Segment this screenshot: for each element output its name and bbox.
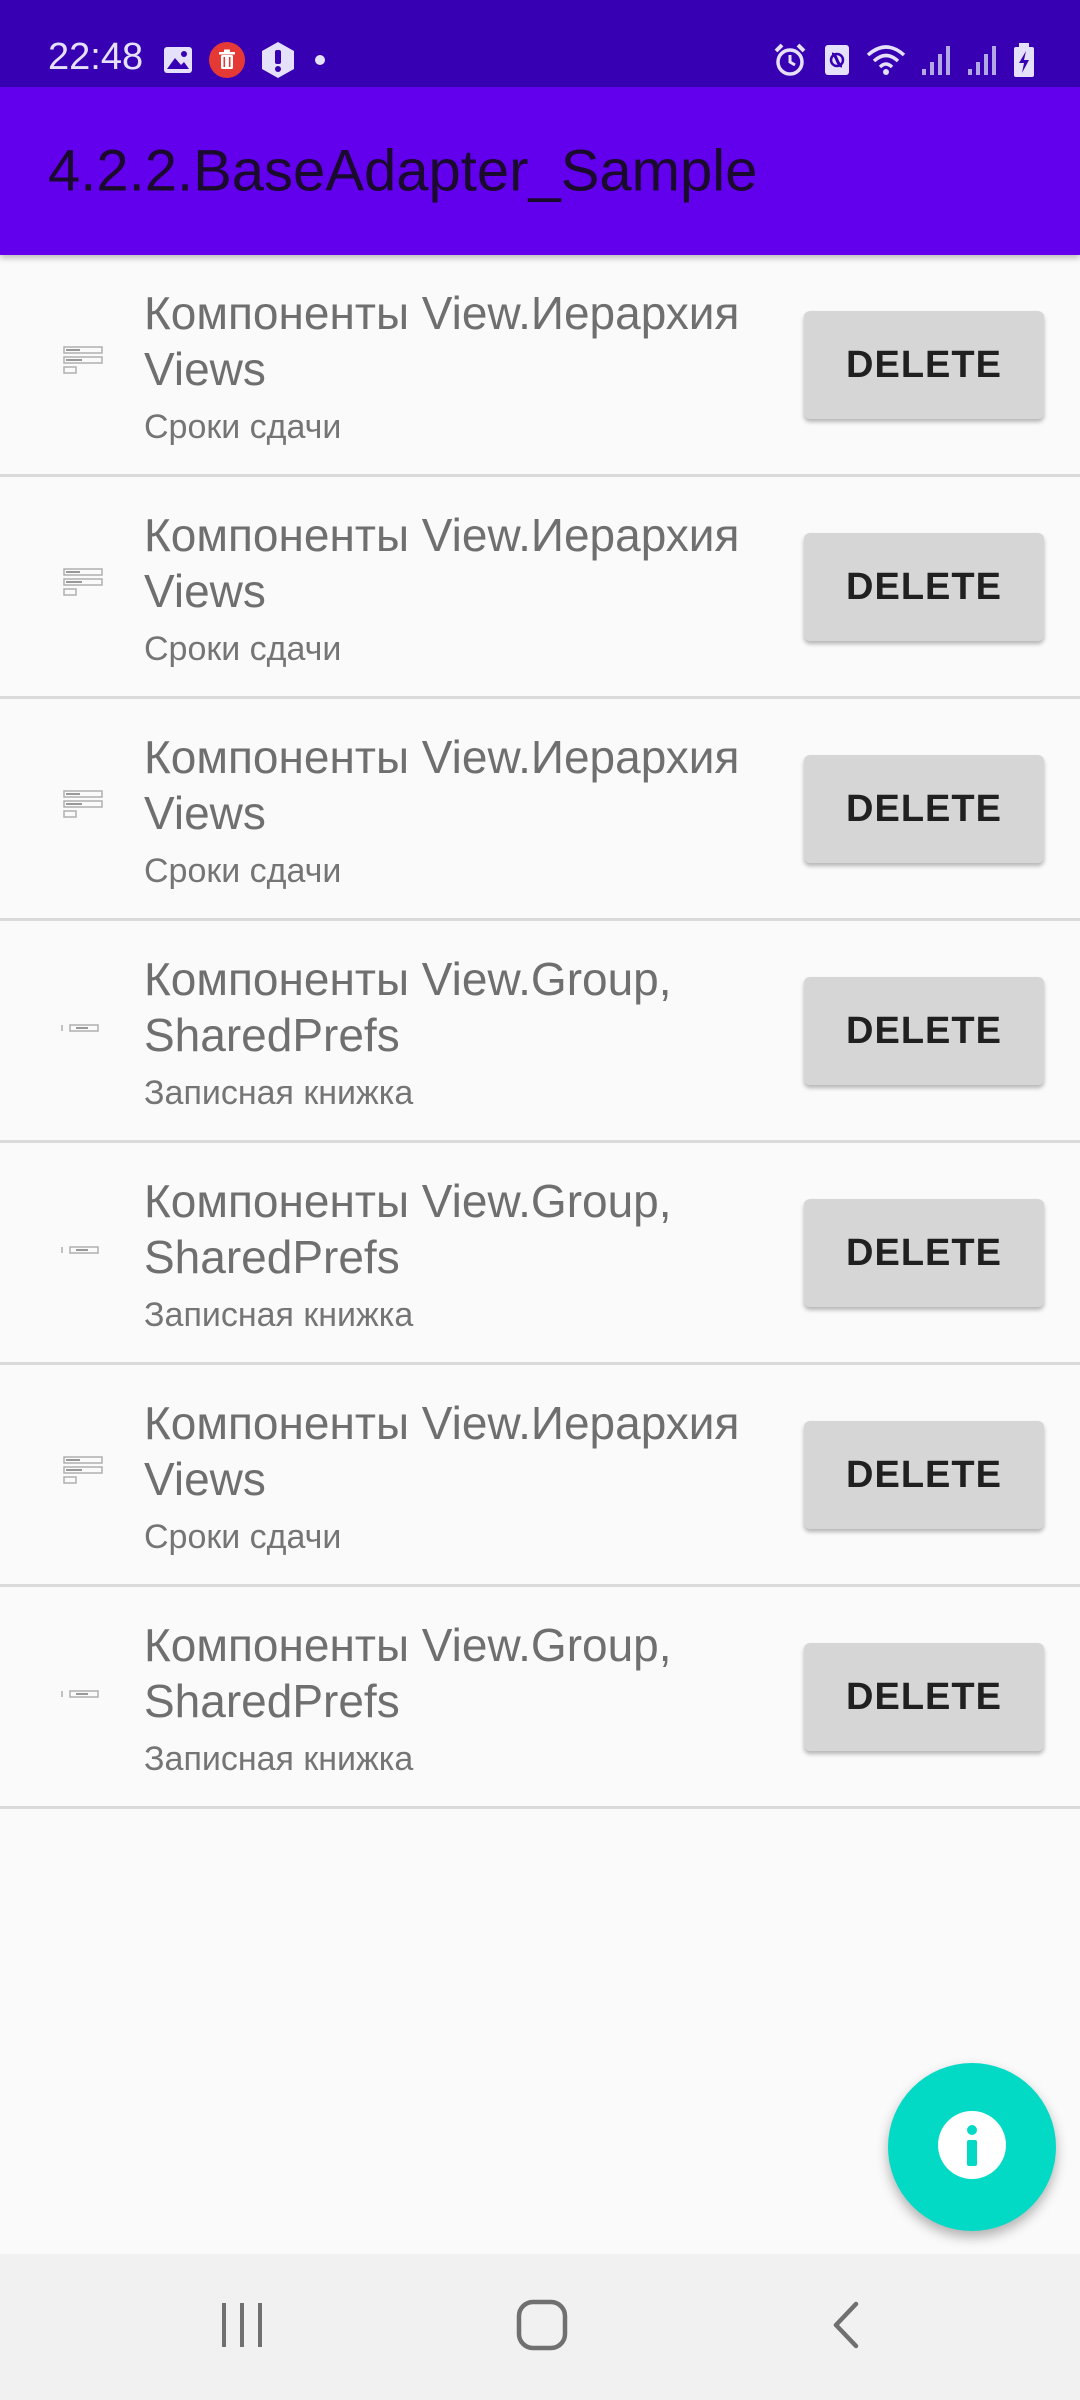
wifi-icon	[866, 43, 906, 77]
delete-button[interactable]: DELETE	[804, 1643, 1044, 1751]
dot-icon	[310, 50, 330, 70]
list-item[interactable]: Компоненты View.Group, SharedPrefs Запис…	[0, 1143, 1080, 1365]
nfc-icon	[822, 42, 852, 78]
form-thumbnail-icon	[60, 783, 106, 829]
field-thumbnail-icon	[60, 1671, 106, 1717]
delete-button[interactable]: DELETE	[804, 755, 1044, 863]
field-thumbnail-icon	[60, 1227, 106, 1273]
item-texts: Компоненты View.Group, SharedPrefs Запис…	[144, 1173, 784, 1335]
delete-button[interactable]: DELETE	[804, 533, 1044, 641]
navigation-bar	[0, 2254, 1080, 2400]
list-item[interactable]: Компоненты View.Group, SharedPrefs Запис…	[0, 1587, 1080, 1809]
item-subtitle: Сроки сдачи	[144, 1518, 342, 1556]
recent-apps-icon	[218, 2300, 266, 2355]
home-icon	[515, 2298, 569, 2357]
signal-icon	[920, 43, 952, 77]
delete-button[interactable]: DELETE	[804, 1199, 1044, 1307]
item-title: Компоненты View.Иерархия Views	[144, 1397, 740, 1505]
item-subtitle: Записная книжка	[144, 1074, 414, 1112]
home-button[interactable]	[442, 2254, 642, 2400]
form-thumbnail-icon	[60, 561, 106, 607]
item-texts: Компоненты View.Group, SharedPrefs Запис…	[144, 951, 784, 1113]
list-item[interactable]: Компоненты View.Иерархия Views Сроки сда…	[0, 255, 1080, 477]
item-title: Компоненты View.Иерархия Views	[144, 287, 740, 395]
item-subtitle: Записная книжка	[144, 1740, 414, 1778]
status-icons-left	[162, 40, 330, 80]
item-title: Компоненты View.Group, SharedPrefs	[144, 1175, 672, 1283]
status-time: 22:48	[48, 36, 144, 78]
item-list[interactable]: Компоненты View.Иерархия Views Сроки сда…	[0, 255, 1080, 1809]
status-icons-right	[772, 40, 1036, 80]
item-texts: Компоненты View.Иерархия Views Сроки сда…	[144, 507, 784, 669]
list-item[interactable]: Компоненты View.Иерархия Views Сроки сда…	[0, 1365, 1080, 1587]
item-texts: Компоненты View.Group, SharedPrefs Запис…	[144, 1617, 784, 1779]
list-item[interactable]: Компоненты View.Иерархия Views Сроки сда…	[0, 477, 1080, 699]
list-item[interactable]: Компоненты View.Group, SharedPrefs Запис…	[0, 921, 1080, 1143]
delete-button[interactable]: DELETE	[804, 977, 1044, 1085]
item-title: Компоненты View.Group, SharedPrefs	[144, 1619, 672, 1727]
back-icon	[826, 2298, 866, 2357]
image-icon	[162, 44, 194, 76]
back-button[interactable]	[746, 2254, 946, 2400]
delete-button[interactable]: DELETE	[804, 1421, 1044, 1529]
signal-icon-2	[966, 43, 998, 77]
recent-apps-button[interactable]	[142, 2254, 342, 2400]
item-texts: Компоненты View.Иерархия Views Сроки сда…	[144, 1395, 784, 1557]
app-notification-icon	[260, 41, 296, 79]
item-title: Компоненты View.Иерархия Views	[144, 509, 740, 617]
item-subtitle: Сроки сдачи	[144, 630, 342, 668]
form-thumbnail-icon	[60, 1449, 106, 1495]
item-subtitle: Записная книжка	[144, 1296, 414, 1334]
item-subtitle: Сроки сдачи	[144, 408, 342, 446]
alarm-icon	[772, 42, 808, 78]
status-bar: 22:48	[0, 0, 1080, 87]
screen: 22:48 4.2.2.BaseAdapter_Sample Компонент…	[0, 0, 1080, 2400]
field-thumbnail-icon	[60, 1005, 106, 1051]
delete-notification-icon	[208, 41, 246, 79]
info-icon	[936, 2109, 1008, 2186]
form-thumbnail-icon	[60, 339, 106, 385]
battery-charging-icon	[1012, 42, 1036, 78]
item-texts: Компоненты View.Иерархия Views Сроки сда…	[144, 729, 784, 891]
item-texts: Компоненты View.Иерархия Views Сроки сда…	[144, 285, 784, 447]
app-bar: 4.2.2.BaseAdapter_Sample	[0, 87, 1080, 255]
app-title: 4.2.2.BaseAdapter_Sample	[48, 138, 758, 204]
item-subtitle: Сроки сдачи	[144, 852, 342, 890]
item-title: Компоненты View.Group, SharedPrefs	[144, 953, 672, 1061]
delete-button[interactable]: DELETE	[804, 311, 1044, 419]
list-item[interactable]: Компоненты View.Иерархия Views Сроки сда…	[0, 699, 1080, 921]
item-title: Компоненты View.Иерархия Views	[144, 731, 740, 839]
info-fab-button[interactable]	[888, 2063, 1056, 2231]
